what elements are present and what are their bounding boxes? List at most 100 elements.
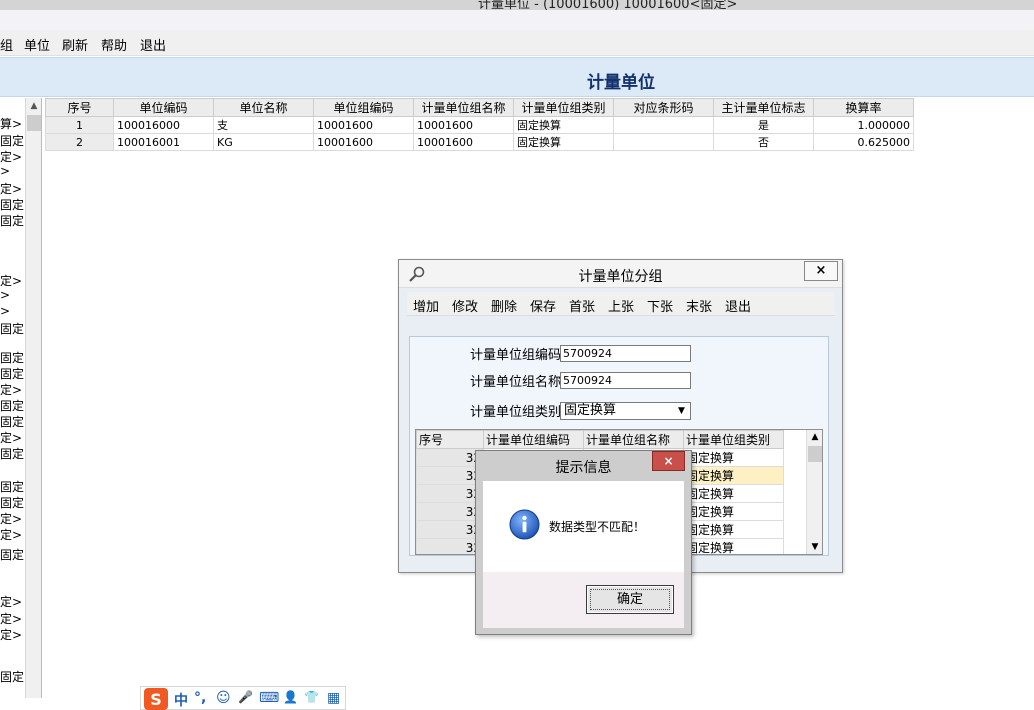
tree-item[interactable]: 定> [0,610,22,627]
tree-item[interactable]: 算> [0,115,22,132]
cell-unit-name[interactable]: 支 [213,116,314,134]
tree-item[interactable]: 固定 [0,445,24,462]
cell-group-category[interactable]: 固定换算 [683,448,784,467]
cell-group-category[interactable]: 固定换算 [683,466,784,485]
scroll-thumb[interactable] [27,115,41,131]
tree-item[interactable]: 固定 [0,397,24,414]
sogou-logo-icon[interactable]: S [144,688,168,710]
last-record-button[interactable]: 末张 [686,296,712,315]
punctuation-icon[interactable]: °, [194,690,206,706]
menu-item-refresh[interactable]: 刷新 [62,35,88,54]
tree-item[interactable]: 定> [0,272,22,289]
tree-item[interactable]: 固定 [0,349,24,366]
tree-item[interactable]: 定> [0,510,22,527]
col-header[interactable]: 换算率 [813,98,914,117]
cell-group-category[interactable]: 固定换算 [683,538,784,554]
cell-main-unit-flag[interactable]: 否 [713,133,814,151]
scroll-down-icon[interactable]: ▼ [807,542,822,552]
dialog-exit-button[interactable]: 退出 [725,296,751,315]
tree-item[interactable]: 定> [0,526,22,543]
col-header[interactable]: 单位组编码 [313,98,414,117]
tree-item[interactable]: > [0,304,10,318]
subgrid-scrollbar[interactable]: ▲ ▼ [806,430,822,554]
edit-button[interactable]: 修改 [452,296,478,315]
message-close-button[interactable]: × [652,451,685,471]
col-header[interactable]: 单位编码 [113,98,214,117]
chevron-down-icon[interactable]: ▼ [675,405,688,417]
menu-item-exit[interactable]: 退出 [140,35,166,54]
cell-group-category[interactable]: 固定换算 [683,502,784,521]
col-header[interactable]: 计量单位组名称 [583,430,684,449]
cell-unit-code[interactable]: 100016000 [113,116,214,134]
tree-item[interactable]: 定> [0,626,22,643]
col-header[interactable]: 计量单位组类别 [683,430,784,449]
tree-item[interactable]: 定> [0,148,22,165]
group-category-select[interactable]: 固定换算 ▼ [560,402,691,420]
add-button[interactable]: 增加 [413,296,439,315]
cell-rate[interactable]: 1.000000 [813,116,914,134]
tree-item[interactable]: 固定 [0,413,24,430]
table-row[interactable]: 1 100016000 支 10001600 10001600 固定换算 是 1… [45,116,914,134]
col-header[interactable]: 序号 [45,98,114,117]
previous-record-button[interactable]: 上张 [608,296,634,315]
skin-icon[interactable]: 👕 [304,690,319,704]
cell-barcode[interactable] [613,133,714,151]
tree-item[interactable]: 定> [0,429,22,446]
cell-main-unit-flag[interactable]: 是 [713,116,814,134]
tree-scrollbar[interactable]: ▲ [25,98,42,698]
col-header[interactable]: 对应条形码 [613,98,714,117]
cell-group-code[interactable]: 10001600 [313,133,414,151]
dialog-title-bar[interactable]: 计量单位分组 × [399,260,842,288]
cell-unit-code[interactable]: 100016001 [113,133,214,151]
cell-barcode[interactable] [613,116,714,134]
col-header[interactable]: 序号 [416,430,484,449]
keyboard-icon[interactable]: ⌨ [259,690,279,706]
menu-item-unit[interactable]: 单位 [24,35,50,54]
col-header[interactable]: 单位名称 [213,98,314,117]
user-icon[interactable]: 👤 [283,690,298,704]
toolbox-icon[interactable]: ▦ [327,690,340,706]
ok-button[interactable]: 确定 [586,585,674,614]
scroll-thumb[interactable] [808,446,822,462]
tree-item[interactable]: 固定 [0,494,24,511]
col-header[interactable]: 计量单位组名称 [413,98,514,117]
cell-group-name[interactable]: 10001600 [413,116,514,134]
cell-group-category[interactable]: 固定换算 [513,133,614,151]
cell-group-category[interactable]: 固定换算 [513,116,614,134]
microphone-icon[interactable]: 🎤 [238,690,253,704]
menu-item-group[interactable]: 组 [0,35,13,54]
save-button[interactable]: 保存 [530,296,556,315]
cell-rate[interactable]: 0.625000 [813,133,914,151]
dialog-close-button[interactable]: × [804,261,838,281]
tree-item[interactable]: 定> [0,593,22,610]
group-name-field[interactable]: 5700924 [560,372,691,389]
tree-item[interactable]: 定> [0,180,22,197]
cell-group-code[interactable]: 10001600 [313,116,414,134]
tree-item[interactable]: 固定 [0,546,24,563]
col-header[interactable]: 计量单位组类别 [513,98,614,117]
next-record-button[interactable]: 下张 [647,296,673,315]
col-header[interactable]: 主计量单位标志 [713,98,814,117]
group-code-field[interactable]: 5700924 [560,345,691,362]
tree-item[interactable]: 固定 [0,478,24,495]
tree-item[interactable]: 固定 [0,365,24,382]
tree-item[interactable]: 定> [0,381,22,398]
tree-item[interactable]: > [0,288,10,302]
tree-item[interactable]: > [0,164,10,178]
table-row[interactable]: 2 100016001 KG 10001600 10001600 固定换算 否 … [45,133,914,151]
tree-item[interactable]: 固定 [0,132,24,149]
cell-unit-name[interactable]: KG [213,133,314,151]
first-record-button[interactable]: 首张 [569,296,595,315]
chinese-mode-icon[interactable]: 中 [174,690,188,710]
emoji-icon[interactable]: ☺ [216,690,231,706]
menu-item-help[interactable]: 帮助 [101,35,127,54]
delete-button[interactable]: 删除 [491,296,517,315]
scroll-up-icon[interactable]: ▲ [807,432,822,442]
tree-item[interactable]: 固定 [0,320,24,337]
col-header[interactable]: 计量单位组编码 [483,430,584,449]
tree-item[interactable]: 固定 [0,212,24,229]
tree-item[interactable]: 固定 [0,668,24,685]
scroll-up-icon[interactable]: ▲ [26,98,42,115]
cell-group-category[interactable]: 固定换算 [683,484,784,503]
tree-item[interactable]: 固定 [0,196,24,213]
